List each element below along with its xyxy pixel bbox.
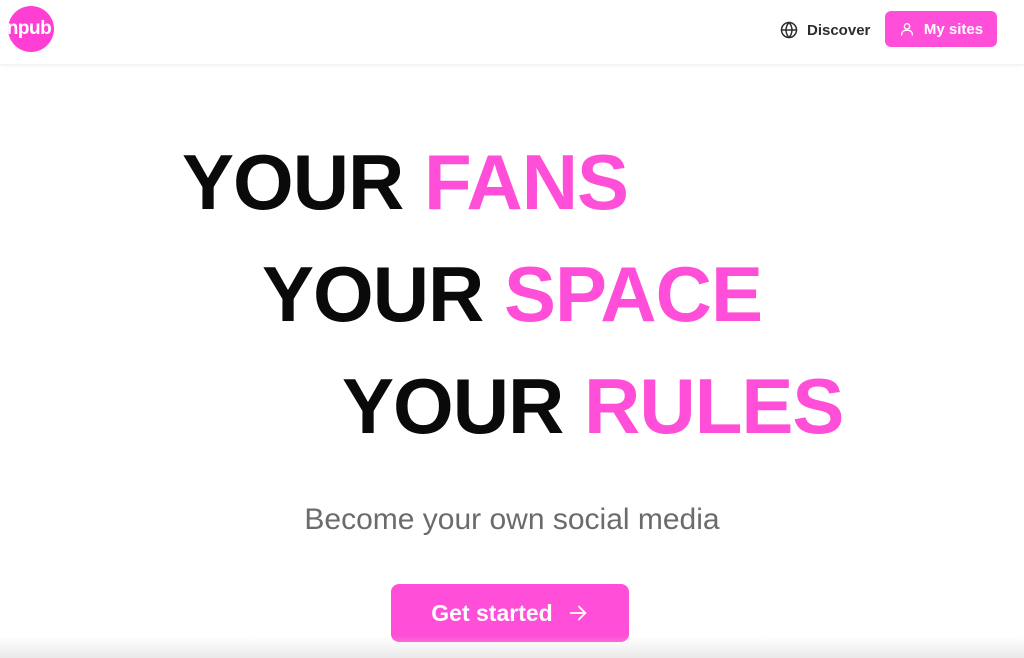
hero-line-lead: YOUR — [262, 250, 484, 338]
hero-line-fans: YOUR FANS — [182, 143, 629, 221]
bottom-fade — [0, 636, 1024, 658]
top-nav-bar: npub Discover My sites — [0, 0, 1024, 64]
discover-label: Discover — [807, 21, 871, 39]
logo-text: npub — [8, 18, 52, 39]
hero-line-lead: YOUR — [182, 138, 404, 226]
get-started-label: Get started — [431, 599, 553, 626]
hero-line-highlight: RULES — [584, 362, 844, 450]
hero-line-space: YOUR SPACE — [262, 255, 763, 333]
hero-line-highlight: SPACE — [504, 250, 763, 338]
get-started-button[interactable]: Get started — [391, 584, 629, 642]
hero-line-rules: YOUR RULES — [342, 367, 844, 445]
discover-link[interactable]: Discover — [780, 18, 870, 42]
hero-line-highlight: FANS — [424, 138, 629, 226]
globe-icon — [780, 21, 798, 39]
hero-subtitle: Become your own social media — [304, 503, 720, 536]
my-sites-label: My sites — [923, 20, 984, 38]
user-icon — [899, 21, 915, 37]
hero-line-lead: YOUR — [342, 362, 564, 450]
logo[interactable]: npub — [8, 6, 54, 52]
my-sites-button[interactable]: My sites — [885, 11, 997, 47]
arrow-right-icon — [567, 602, 589, 624]
